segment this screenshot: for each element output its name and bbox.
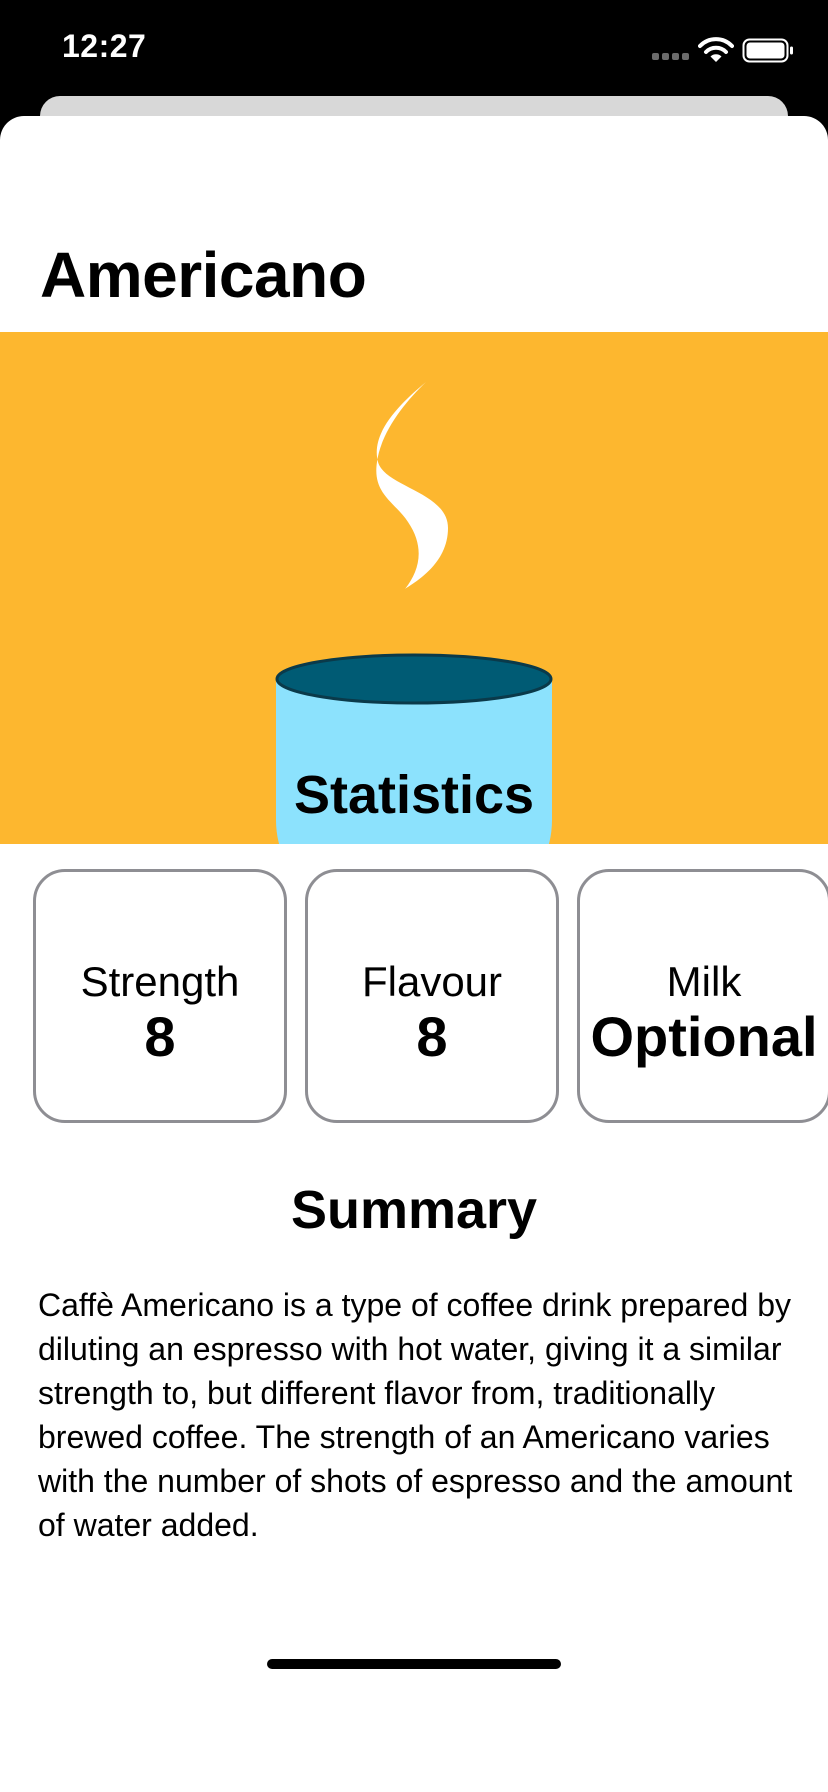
page-title: Americano	[40, 239, 367, 311]
milk-value: Optional	[590, 1005, 818, 1068]
flavour-label: Flavour	[361, 958, 503, 1005]
coffee-surface	[275, 653, 553, 705]
strength-stat-card: Strength 8	[33, 869, 287, 1123]
strength-value: 8	[144, 1005, 176, 1068]
summary-heading: Summary	[290, 1180, 538, 1240]
status-time: 12:27	[62, 28, 147, 64]
status-bar: 12:27	[0, 0, 828, 100]
strength-label: Strength	[80, 958, 240, 1005]
signal-icon	[652, 53, 692, 61]
summary-text: Caffè Americano is a type of coffee drin…	[38, 1287, 793, 1543]
home-indicator[interactable]	[267, 1659, 561, 1669]
milk-label: Milk	[666, 958, 742, 1005]
wifi-icon	[698, 37, 734, 62]
flavour-value: 8	[416, 1005, 448, 1068]
battery-icon	[742, 38, 793, 63]
milk-stat-card: Milk Optional	[577, 869, 828, 1123]
flavour-stat-card: Flavour 8	[305, 869, 559, 1123]
statistics-heading: Statistics	[293, 765, 535, 825]
